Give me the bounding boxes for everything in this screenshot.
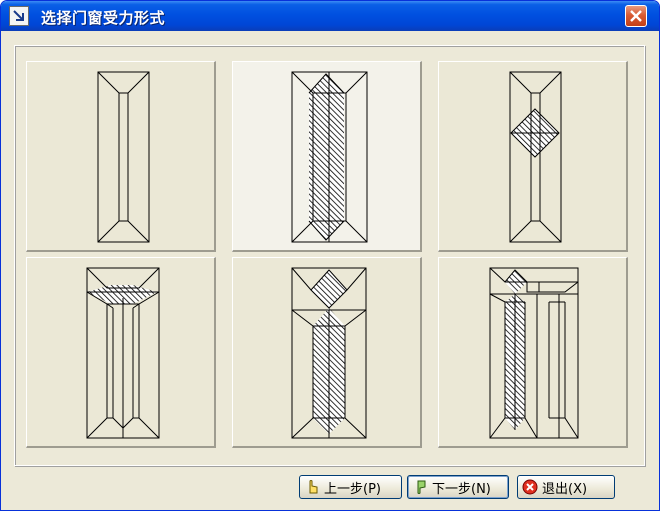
panel-option-3[interactable] (438, 61, 628, 252)
window-title: 选择门窗受力形式 (41, 9, 166, 27)
exit-button-label: 退出(X) (542, 481, 588, 497)
stop-icon (522, 479, 538, 495)
prev-button[interactable]: 上一步(P) (299, 475, 402, 499)
frame-diagram-3 (509, 71, 562, 243)
frame-diagram-2 (291, 71, 368, 243)
arrow-down-right-icon (9, 6, 29, 26)
panel-option-2[interactable] (232, 61, 422, 252)
panel-option-5[interactable] (232, 257, 422, 448)
exit-button[interactable]: 退出(X) (517, 475, 615, 499)
title-bar[interactable]: 选择门窗受力形式 (1, 1, 659, 31)
hand-pointing-down-icon (412, 479, 428, 495)
frame-diagram-1 (97, 71, 150, 243)
frame-diagram-5 (291, 267, 367, 439)
panel-option-1[interactable] (26, 61, 216, 252)
panel-option-4[interactable] (26, 257, 216, 448)
next-button[interactable]: 下一步(N) (407, 475, 509, 499)
hand-pointing-up-icon (304, 479, 320, 495)
next-button-label: 下一步(N) (432, 481, 491, 497)
panel-option-6[interactable] (438, 257, 628, 448)
close-icon (630, 10, 642, 22)
prev-button-label: 上一步(P) (324, 481, 381, 497)
frame-diagram-4 (86, 267, 160, 439)
dialog-window: 选择门窗受力形式 上一步(P) 下一步(N) 退出(X) (0, 0, 660, 511)
frame-diagram-6 (489, 267, 579, 439)
close-button[interactable] (625, 5, 647, 27)
